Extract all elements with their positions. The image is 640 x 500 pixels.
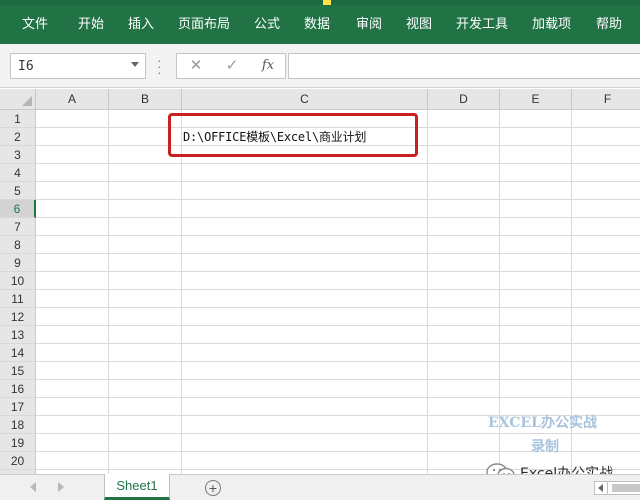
select-all-button[interactable] (0, 89, 36, 110)
formula-buttons: ✕ ✓ fx (176, 53, 286, 79)
row-header-16[interactable]: 16 (0, 380, 36, 398)
gridline-horizontal (36, 199, 640, 200)
column-header-c[interactable]: C (182, 89, 428, 110)
row-header-4[interactable]: 4 (0, 164, 36, 182)
gridline-horizontal (36, 181, 640, 182)
ribbon-tab-0[interactable]: 文件 (22, 13, 48, 37)
gridline-horizontal (36, 217, 640, 218)
gridline-horizontal (36, 325, 640, 326)
watermark-line2: 录制 (531, 439, 559, 455)
previous-sheet-icon[interactable] (30, 482, 36, 492)
row-header-11[interactable]: 11 (0, 290, 36, 308)
ribbon-tab-10[interactable]: 帮助 (596, 13, 622, 37)
row-header-5[interactable]: 5 (0, 182, 36, 200)
row-header-17[interactable]: 17 (0, 398, 36, 416)
formula-bar: I6 · · · ✕ ✓ fx (0, 44, 640, 88)
insert-function-icon[interactable]: fx (257, 56, 279, 76)
sheet-tab-sheet1[interactable]: Sheet1 (104, 474, 170, 500)
enter-icon[interactable]: ✓ (221, 56, 243, 76)
gridline-horizontal (36, 307, 640, 308)
next-sheet-icon[interactable] (58, 482, 64, 492)
ribbon-tab-7[interactable]: 视图 (406, 13, 432, 37)
gridline-vertical (181, 110, 182, 474)
row-header-8[interactable]: 8 (0, 236, 36, 254)
more-options-icon[interactable]: · · · (157, 53, 162, 79)
gridline-horizontal (36, 289, 640, 290)
row-header-2[interactable]: 2 (0, 128, 36, 146)
column-header-d[interactable]: D (428, 89, 500, 110)
column-header-e[interactable]: E (500, 89, 572, 110)
row-header-15[interactable]: 15 (0, 362, 36, 380)
annotation-highlight-box (168, 113, 418, 157)
cancel-icon[interactable]: ✕ (185, 56, 207, 76)
gridline-horizontal (36, 253, 640, 254)
horizontal-scroll-thumb[interactable] (612, 484, 640, 492)
ribbon-tab-2[interactable]: 插入 (128, 13, 154, 37)
chevron-left-icon (598, 484, 603, 492)
gridline-horizontal (36, 397, 640, 398)
ribbon-tab-6[interactable]: 审阅 (356, 13, 382, 37)
formula-input[interactable] (288, 53, 640, 79)
row-header-20[interactable]: 20 (0, 452, 36, 470)
quick-access-highlight (323, 0, 331, 5)
select-all-triangle-icon (22, 96, 32, 106)
row-header-14[interactable]: 14 (0, 344, 36, 362)
name-box[interactable]: I6 (10, 53, 146, 79)
gridline-horizontal (36, 361, 640, 362)
column-header-a[interactable]: A (36, 89, 109, 110)
quick-access-toolbar (0, 0, 640, 5)
ribbon-tab-8[interactable]: 开发工具 (456, 13, 508, 37)
gridline-horizontal (36, 163, 640, 164)
ribbon-tab-9[interactable]: 加载项 (532, 13, 571, 37)
column-header-b[interactable]: B (109, 89, 182, 110)
row-header-10[interactable]: 10 (0, 272, 36, 290)
ribbon: 文件 开始 插入 页面布局 公式 数据 审阅 视图 开发工具 加载项 帮助 (0, 0, 640, 44)
gridline-horizontal (36, 343, 640, 344)
ribbon-tab-5[interactable]: 数据 (304, 13, 330, 37)
watermark-line1: EXCEL办公实战 (488, 415, 597, 431)
row-header-3[interactable]: 3 (0, 146, 36, 164)
chevron-down-icon[interactable] (131, 62, 139, 67)
row-header-9[interactable]: 9 (0, 254, 36, 272)
gridline-horizontal (36, 235, 640, 236)
ribbon-tab-1[interactable]: 开始 (78, 13, 104, 37)
column-header-f[interactable]: F (572, 89, 640, 110)
gridline-horizontal (36, 433, 640, 434)
scroll-left-button[interactable] (594, 481, 608, 495)
row-header-18[interactable]: 18 (0, 416, 36, 434)
ribbon-tab-3[interactable]: 页面布局 (178, 13, 230, 37)
gridline-vertical (427, 110, 428, 474)
sheet-tabs-bar: Sheet1 + (0, 474, 640, 500)
row-header-7[interactable]: 7 (0, 218, 36, 236)
add-sheet-icon[interactable]: + (205, 480, 221, 496)
row-header-1[interactable]: 1 (0, 110, 36, 128)
gridline-horizontal (36, 271, 640, 272)
ribbon-tab-4[interactable]: 公式 (254, 13, 280, 37)
row-header-19[interactable]: 19 (0, 434, 36, 452)
row-header-13[interactable]: 13 (0, 326, 36, 344)
gridline-horizontal (36, 379, 640, 380)
row-header-6[interactable]: 6 (0, 200, 36, 218)
row-header-12[interactable]: 12 (0, 308, 36, 326)
gridline-vertical (108, 110, 109, 474)
name-box-value: I6 (18, 59, 34, 74)
